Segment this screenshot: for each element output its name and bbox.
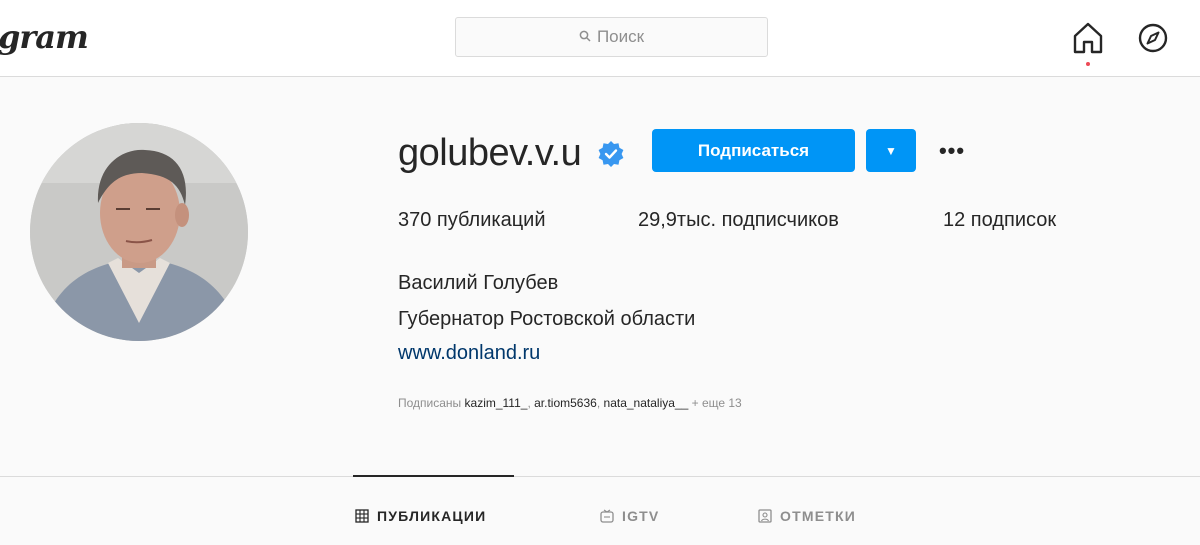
followed-by-user[interactable]: nata_nataliya__ [604,396,689,410]
tab-label: ОТМЕТКИ [780,508,857,524]
posts-count: 370 публикаций [398,209,546,231]
profile-website-link[interactable]: www.donland.ru [398,342,540,365]
tab-label: IGTV [622,508,660,524]
followed-by-prefix: Подписаны [398,396,462,410]
igtv-icon [600,509,614,523]
followers-count[interactable]: 29,9тыс. подписчиков [638,209,839,232]
search-icon [579,30,591,45]
instagram-logo[interactable]: gram [0,18,89,56]
tab-tagged[interactable]: ОТМЕТКИ [758,508,856,524]
tabs-divider [0,476,1200,477]
followed-by-more[interactable]: + еще 13 [692,396,742,410]
search-input[interactable]: Поиск [455,17,768,57]
followed-by-user[interactable]: ar.tiom5636 [534,396,597,410]
follow-button[interactable]: Подписаться [652,129,855,172]
triangle-down-icon: ▼ [885,143,897,158]
compass-icon [1137,22,1169,59]
tab-posts[interactable]: ПУБЛИКАЦИИ [355,508,486,524]
active-tab-indicator [353,475,514,477]
profile-bio: Губернатор Ростовской области [398,308,696,330]
verified-badge-icon [597,140,625,168]
profile-avatar[interactable] [30,123,248,341]
home-icon [1071,21,1105,60]
more-options-button[interactable]: ••• [930,131,974,171]
followed-by-user[interactable]: kazim_111_ [465,396,528,410]
followed-by[interactable]: Подписаны kazim_111_, ar.tiom5636, nata_… [398,396,742,410]
notification-dot [1086,62,1090,66]
search-placeholder: Поиск [596,27,645,46]
top-navigation-bar: gram Поиск [0,0,1200,77]
grid-icon [355,509,369,523]
home-button[interactable] [1068,19,1108,66]
tab-igtv[interactable]: IGTV [600,508,659,524]
profile-username: golubev.v.u [398,132,582,174]
explore-button[interactable] [1133,20,1173,60]
profile-full-name: Василий Голубев [398,272,559,294]
following-count[interactable]: 12 подписок [943,209,1056,232]
tab-label: ПУБЛИКАЦИИ [377,508,487,524]
ellipsis-icon: ••• [938,138,966,163]
tagged-icon [758,509,772,523]
suggested-accounts-button[interactable]: ▼ [866,129,916,172]
